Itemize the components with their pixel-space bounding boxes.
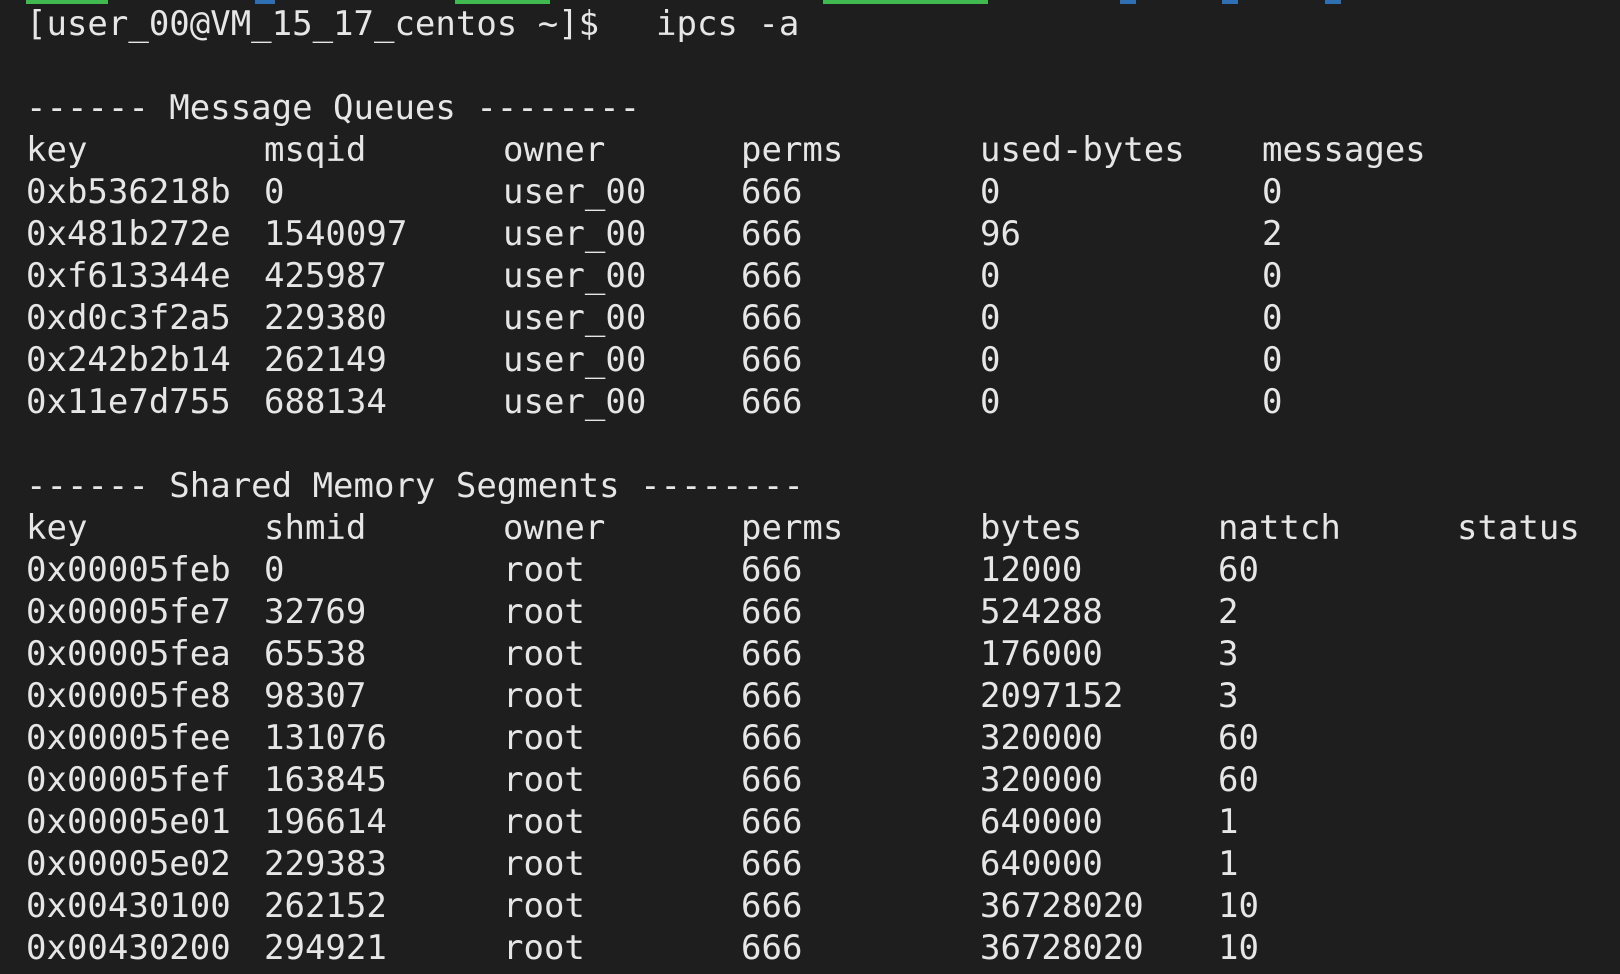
prompt-line: [user_00@VM_15_17_centos ~]$ ipcs -a: [26, 3, 1606, 45]
column-header: owner: [503, 508, 606, 548]
column-header: msqid: [264, 130, 367, 170]
column-header: perms: [741, 130, 844, 170]
table-row: 0x00005fee 131076 root 666 320000 60: [26, 718, 1259, 758]
table-row: 0x11e7d755 688134 user_00 666 0 0: [26, 382, 1283, 422]
table-row: 0xd0c3f2a5 229380 user_00 666 0 0: [26, 298, 1283, 338]
column-header: bytes: [980, 508, 1083, 548]
column-header: status: [1457, 508, 1580, 548]
table-row: 0x00430200 294921 root 666 36728020 10: [26, 928, 1259, 968]
table-row: 0x00005fe8 98307 root 666 2097152 3: [26, 676, 1239, 716]
table-row: 0x00005e01 196614 root 666 640000 1: [26, 802, 1239, 842]
table-row: 0x00005fe7 32769 root 666 524288 2: [26, 592, 1239, 632]
table-row: 0x242b2b14 262149 user_00 666 0 0: [26, 340, 1283, 380]
table-row: 0x00005e02 229383 root 666 640000 1: [26, 844, 1239, 884]
column-header: messages: [1262, 130, 1426, 170]
table-row: 0x481b272e 1540097 user_00 666 96 2: [26, 214, 1283, 254]
table-row: 0x00005fea 65538 root 666 176000 3: [26, 634, 1239, 674]
column-header: used-bytes: [980, 130, 1185, 170]
terminal-output: [user_00@VM_15_17_centos ~]$ ipcs -a ---…: [26, 3, 1606, 969]
column-header: key: [26, 130, 88, 170]
shell-prompt: [user_00@VM_15_17_centos ~]$: [26, 4, 600, 44]
table-row: 0x00005feb 0 root 666 12000 60: [26, 550, 1259, 590]
shared-memory-header-row: key shmid owner perms bytes nattch statu…: [26, 507, 1606, 549]
column-header: nattch: [1218, 508, 1341, 548]
column-header: shmid: [264, 508, 367, 548]
table-row: 0xf613344e 425987 user_00 666 0 0: [26, 256, 1283, 296]
column-header: owner: [503, 130, 606, 170]
shared-memory-heading: ------ Shared Memory Segments --------: [26, 466, 804, 506]
message-queues-heading: ------ Message Queues --------: [26, 88, 641, 128]
table-row: 0xb536218b 0 user_00 666 0 0: [26, 172, 1283, 212]
table-row: 0x00430100 262152 root 666 36728020 10: [26, 886, 1259, 926]
table-row: 0x00005fef 163845 root 666 320000 60: [26, 760, 1259, 800]
message-queues-header-row: key msqid owner perms used-bytes message…: [26, 129, 1606, 171]
column-header: key: [26, 508, 88, 548]
column-header: perms: [741, 508, 844, 548]
shell-command: ipcs -a: [656, 4, 800, 44]
terminal-window[interactable]: [user_00@VM_15_17_centos ~]$ ipcs -a ---…: [0, 0, 1620, 974]
